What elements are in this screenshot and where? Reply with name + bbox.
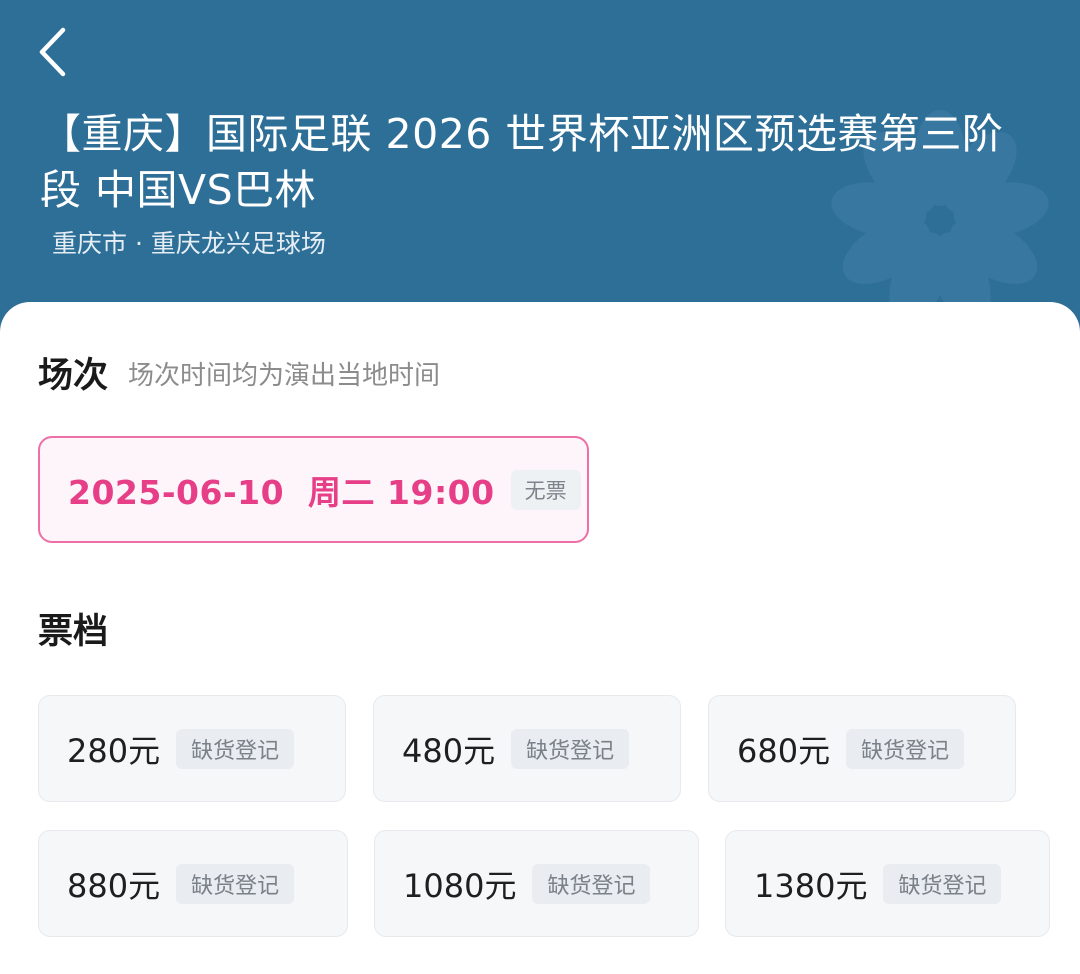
session-section-title: 场次 [38,356,109,396]
tier-option[interactable]: 1080元 缺货登记 [374,830,699,937]
session-option-selected[interactable]: 2025-06-10 周二 19:00 无票 [38,436,589,543]
tier-price: 880元 [67,866,161,905]
tier-price: 680元 [737,731,831,770]
ticket-selection-sheet: 场次 场次时间均为演出当地时间 2025-06-10 周二 19:00 无票 票… [0,302,1080,974]
session-section-hint: 场次时间均为演出当地时间 [128,361,441,391]
chevron-left-icon [39,27,66,77]
tier-option[interactable]: 480元 缺货登记 [373,695,681,802]
tier-price: 1380元 [754,866,868,905]
waitlist-badge: 缺货登记 [511,728,630,769]
tier-option[interactable]: 1380元 缺货登记 [725,830,1050,937]
tier-option[interactable]: 280元 缺货登记 [38,695,346,802]
waitlist-badge: 缺货登记 [176,863,295,904]
waitlist-badge: 缺货登记 [532,863,651,904]
waitlist-badge: 缺货登记 [176,728,295,769]
event-title: 【重庆】国际足联 2026 世界杯亚洲区预选赛第三阶段 中国VS巴林 [40,110,1004,214]
tier-option[interactable]: 680元 缺货登记 [708,695,1016,802]
waitlist-badge: 缺货登记 [846,728,965,769]
tier-price: 1080元 [403,866,517,905]
waitlist-badge: 缺货登记 [883,863,1002,904]
sold-out-badge: 无票 [510,469,581,510]
tier-price: 280元 [67,731,161,770]
back-button[interactable] [28,22,76,82]
event-venue: 重庆市 · 重庆龙兴足球场 [52,229,326,258]
tier-option[interactable]: 880元 缺货登记 [38,830,348,937]
session-datetime: 2025-06-10 周二 19:00 [68,472,495,512]
tier-price: 480元 [402,731,496,770]
tier-section-title: 票档 [38,612,109,652]
